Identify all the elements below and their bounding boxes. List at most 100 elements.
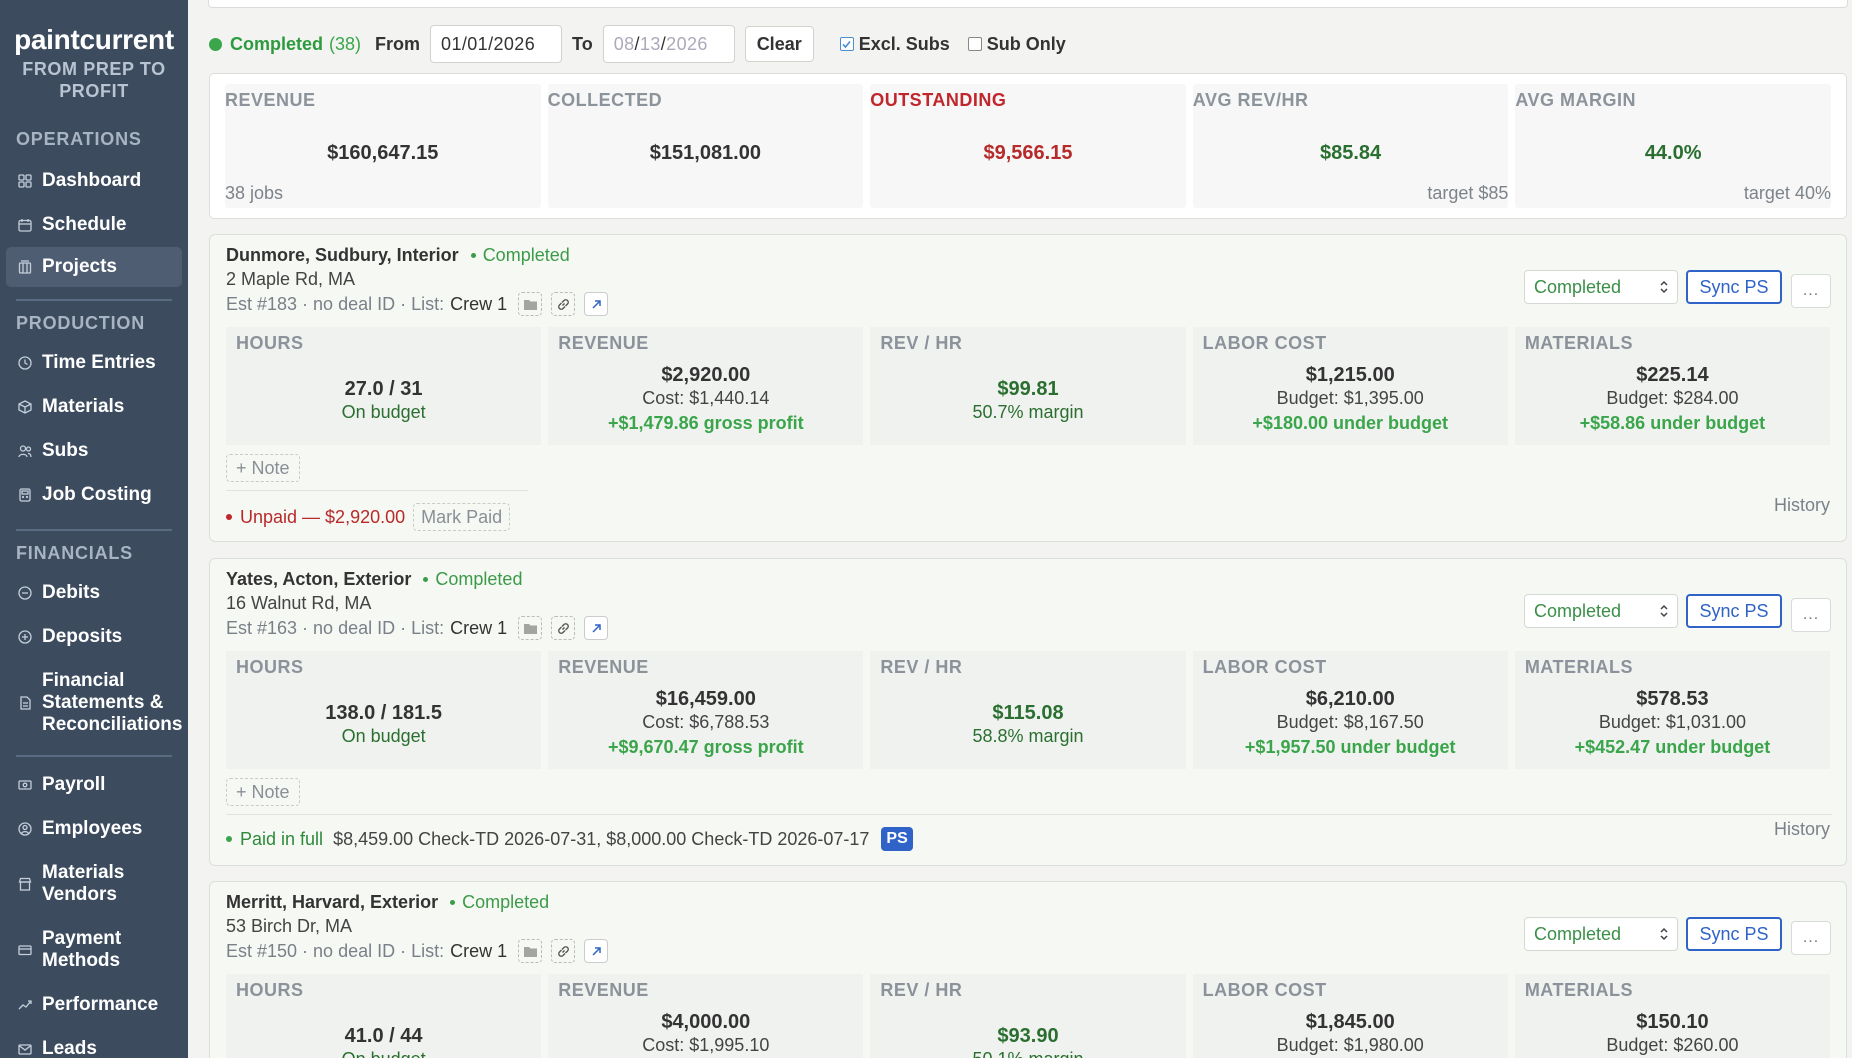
store-icon [18,877,32,891]
job-title[interactable]: Yates, Acton, Exterior Completed [226,569,522,590]
metric-value: $2,920.00 [661,364,751,386]
summary-avg-rev-hr: AVG REV/HR $85.84 target $85 [1192,84,1509,208]
metric-sub: On budget [341,725,426,746]
status-filter[interactable]: Completed (38) [209,34,361,55]
status-select[interactable]: Completed [1524,270,1678,304]
to-date-input[interactable]: 08/13/2026 [602,25,735,63]
link-icon[interactable] [551,292,576,316]
add-note-button[interactable]: + Note [226,454,300,482]
job-title[interactable]: Dunmore, Sudbury, Interior Completed [226,245,570,266]
history-link[interactable]: History [1774,495,1830,516]
status-select[interactable]: Completed [1524,917,1678,951]
folder-icon[interactable] [518,939,543,963]
metric-sub: Budget: $1,395.00 [1276,388,1424,408]
sidebar-item-performance[interactable]: Performance [0,983,188,1027]
sidebar-item-payment-methods[interactable]: Payment Methods [0,917,188,983]
sidebar-item-payroll[interactable]: Payroll [0,763,188,807]
more-options-button[interactable]: ... [1791,274,1831,308]
folder-icon[interactable] [518,616,543,640]
from-label: From [375,33,421,54]
external-link-icon[interactable] [584,939,609,963]
sidebar-item-label: Dashboard [42,170,142,191]
metric-hours: HOURS 138.0 / 181.5 On budget [226,651,542,769]
metric-value: $1,215.00 [1305,364,1395,386]
sidebar-item-materials-vendors[interactable]: Materials Vendors [0,851,188,917]
sidebar-item-projects[interactable]: Projects [6,247,182,287]
sidebar-item-label: Materials [42,396,125,417]
metric-label: REV / HR [880,657,963,677]
sidebar-item-deposits[interactable]: Deposits [0,615,188,659]
sidebar-item-employees[interactable]: Employees [0,807,188,851]
sidebar-item-dashboard[interactable]: Dashboard [0,159,188,203]
metric-label: MATERIALS [1524,657,1633,677]
external-link-icon[interactable] [584,292,609,316]
more-options-button[interactable]: ... [1791,921,1831,955]
sidebar-item-label: Debits [42,582,101,603]
job-title[interactable]: Merritt, Harvard, Exterior Completed [226,892,549,913]
sidebar-item-leads[interactable]: Leads [0,1027,188,1058]
payment-detail: $8,459.00 Check-TD 2026-07-31, $8,000.00… [333,828,870,849]
job-meta-text: Est #183 · no deal ID · List: [226,293,445,314]
from-date-input[interactable]: 01/01/2026 [430,25,563,63]
metric-value: $4,000.00 [661,1011,751,1033]
sidebar-item-subs[interactable]: Subs [0,429,188,473]
summary-label: OUTSTANDING [870,90,1007,110]
sidebar-item-time-entries[interactable]: Time Entries [0,341,188,385]
clear-button[interactable]: Clear [744,26,814,62]
summary-collected: COLLECTED $151,081.00 [547,84,864,208]
summary-label: REVENUE [225,90,316,110]
status-filter-count: (38) [329,33,362,54]
summary-value: $160,647.15 [327,142,439,164]
job-card: Yates, Acton, Exterior Completed 16 Waln… [209,558,1847,866]
sidebar-item-job-costing[interactable]: Job Costing [0,473,188,517]
section-financials: FINANCIALS [16,543,133,563]
filter-bar: Completed (38) From 01/01/2026 To 08/13/… [208,24,1848,64]
to-label: To [572,33,593,54]
sidebar-item-label: Leads [42,1038,97,1058]
add-note-button[interactable]: + Note [226,778,300,806]
sidebar-item-label: Employees [42,818,143,839]
job-meta-text: Est #150 · no deal ID · List: [226,940,445,961]
job-meta: Est #163 · no deal ID · List: Crew 1 [226,616,609,640]
sidebar-item-schedule[interactable]: Schedule [0,203,188,247]
status-select-value: Completed [1534,923,1622,944]
summary-label: COLLECTED [547,90,663,110]
sync-ps-button[interactable]: Sync PS [1686,270,1782,304]
summary-revenue: REVENUE $160,647.15 38 jobs [225,84,541,208]
select-arrows-icon [1660,280,1668,294]
sidebar-item-financial-statements[interactable]: Financial Statements & Reconciliations [0,659,188,747]
metric-delta: +$9,670.47 gross profit [608,737,804,757]
job-name: Dunmore, Sudbury, Interior [226,245,459,265]
sidebar-item-label: Payment Methods [42,928,122,971]
metric-hours: HOURS 27.0 / 31 On budget [226,327,542,445]
brand-name[interactable]: paintcurrent [0,24,188,56]
sub-only-checkbox[interactable]: Sub Only [967,34,1066,55]
mark-paid-button[interactable]: Mark Paid [413,503,511,531]
folder-icon[interactable] [518,292,543,316]
metric-delta: +$58.86 under budget [1579,413,1766,433]
link-icon[interactable] [551,616,576,640]
metric-value: $99.81 [997,377,1059,400]
metric-value: $225.14 [1636,364,1709,386]
metric-value: 27.0 / 31 [344,377,423,400]
metric-rev-hr: REV / HR $115.08 58.8% margin [870,651,1186,769]
job-divider [226,490,528,491]
metric-hours: HOURS 41.0 / 44On budget [226,974,542,1058]
status-select[interactable]: Completed [1524,594,1678,628]
excl-subs-checkbox[interactable]: Excl. Subs [839,34,950,55]
job-meta-text: Est #163 · no deal ID · List: [226,617,445,638]
sidebar-item-debits[interactable]: Debits [0,571,188,615]
metric-value: $93.90 [997,1024,1059,1047]
sync-ps-button[interactable]: Sync PS [1686,594,1782,628]
metric-sub: Cost: $1,440.14 [642,388,770,408]
plus-circle-icon [18,630,32,644]
summary-label: AVG MARGIN [1515,90,1637,110]
job-card: Merritt, Harvard, Exterior Completed 53 … [209,881,1847,1058]
link-icon[interactable] [551,939,576,963]
summary-foot: 38 jobs [225,183,284,203]
external-link-icon[interactable] [584,616,609,640]
sidebar-item-materials[interactable]: Materials [0,385,188,429]
more-options-button[interactable]: ... [1791,598,1831,632]
history-link[interactable]: History [1774,819,1830,840]
sync-ps-button[interactable]: Sync PS [1686,917,1782,951]
